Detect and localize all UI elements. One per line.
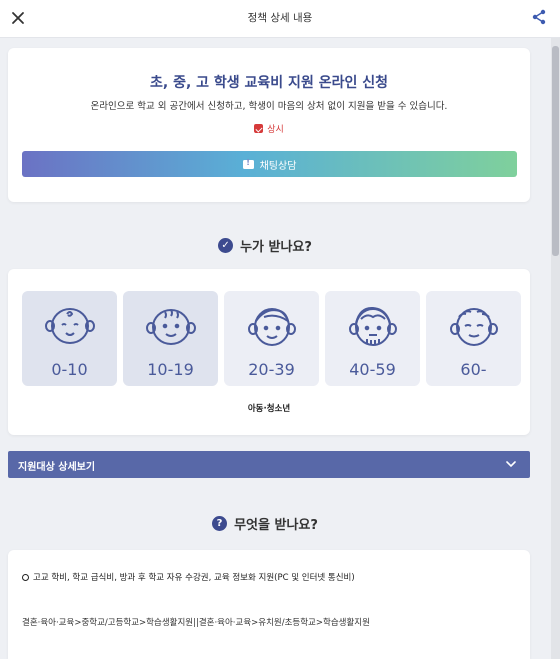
- page-title: 정책 상세 내용: [247, 12, 313, 24]
- eligibility-details-toggle[interactable]: 지원대상 상세보기: [8, 451, 530, 478]
- age-group-10-19[interactable]: 10-19: [123, 291, 218, 386]
- question-circle-icon: ?: [212, 516, 228, 531]
- age-range-label: 0-10: [51, 360, 88, 379]
- age-groups-card: 0-10 10-19 20-39 40-59 60- 아동·청소년: [8, 269, 530, 435]
- policy-description: 온라인으로 학교 외 공간에서 신청하고, 학생이 마음의 상처 없이 지원을 …: [90, 101, 448, 112]
- age-group-list: 0-10 10-19 20-39 40-59 60-: [22, 291, 521, 386]
- circle-bullet-icon: [22, 573, 29, 581]
- what-title-text: 무엇을 받나요?: [234, 518, 318, 533]
- age-range-label: 40-59: [349, 360, 396, 379]
- calendar-check-icon: [254, 124, 264, 133]
- period-label: 상시: [267, 125, 284, 135]
- age-group-40-59[interactable]: 40-59: [325, 291, 420, 386]
- chevron-down-icon: [506, 461, 516, 468]
- age-group-0-10[interactable]: 0-10: [22, 291, 117, 386]
- chat-consult-button[interactable]: 채팅상담: [22, 151, 517, 177]
- application-period: 상시: [8, 122, 530, 135]
- share-icon[interactable]: [528, 6, 550, 28]
- chat-button-label: 채팅상담: [259, 160, 297, 172]
- age-group-60-plus[interactable]: 60-: [426, 291, 521, 386]
- category-path: 결혼·육아·교육>중학교/고등학교>학습생활지원||결혼·육아·교육>유치원/초…: [22, 618, 370, 628]
- policy-headline: 초, 중, 고 학생 교육비 지원 온라인 신청: [150, 75, 388, 91]
- child-face-icon: [146, 309, 196, 345]
- who-section-title: ✓ 누가 받나요?: [0, 236, 530, 255]
- age-range-label: 20-39: [248, 360, 295, 379]
- policy-summary-card: 초, 중, 고 학생 교육비 지원 온라인 신청 온라인으로 학교 외 공간에서…: [8, 48, 530, 202]
- age-range-label: 60-: [460, 360, 487, 379]
- benefit-text: 고교 학비, 학교 급식비, 방과 후 학교 자유 수강권, 교육 정보화 지원…: [33, 573, 355, 583]
- senior-face-icon: [450, 308, 498, 346]
- benefit-item: 고교 학비, 학교 급식비, 방과 후 학교 자유 수강권, 교육 정보화 지원…: [22, 571, 355, 583]
- age-group-20-39[interactable]: 20-39: [224, 291, 319, 386]
- benefit-card: 고교 학비, 학교 급식비, 방과 후 학교 자유 수강권, 교육 정보화 지원…: [8, 550, 530, 659]
- eligibility-toggle-label: 지원대상 상세보기: [18, 462, 96, 473]
- target-tag: 아동·청소년: [247, 404, 291, 414]
- age-range-label: 10-19: [147, 360, 194, 379]
- baby-face-icon: [45, 308, 95, 344]
- who-title-text: 누가 받나요?: [240, 240, 312, 255]
- scrollbar-thumb[interactable]: [552, 46, 559, 256]
- middle-aged-face-icon: [349, 306, 397, 346]
- what-section-title: ? 무엇을 받나요?: [0, 514, 530, 533]
- chat-alert-icon: [242, 158, 254, 169]
- top-bar: 정책 상세 내용: [0, 0, 560, 38]
- adult-face-icon: [248, 308, 296, 346]
- check-circle-icon: ✓: [218, 238, 234, 253]
